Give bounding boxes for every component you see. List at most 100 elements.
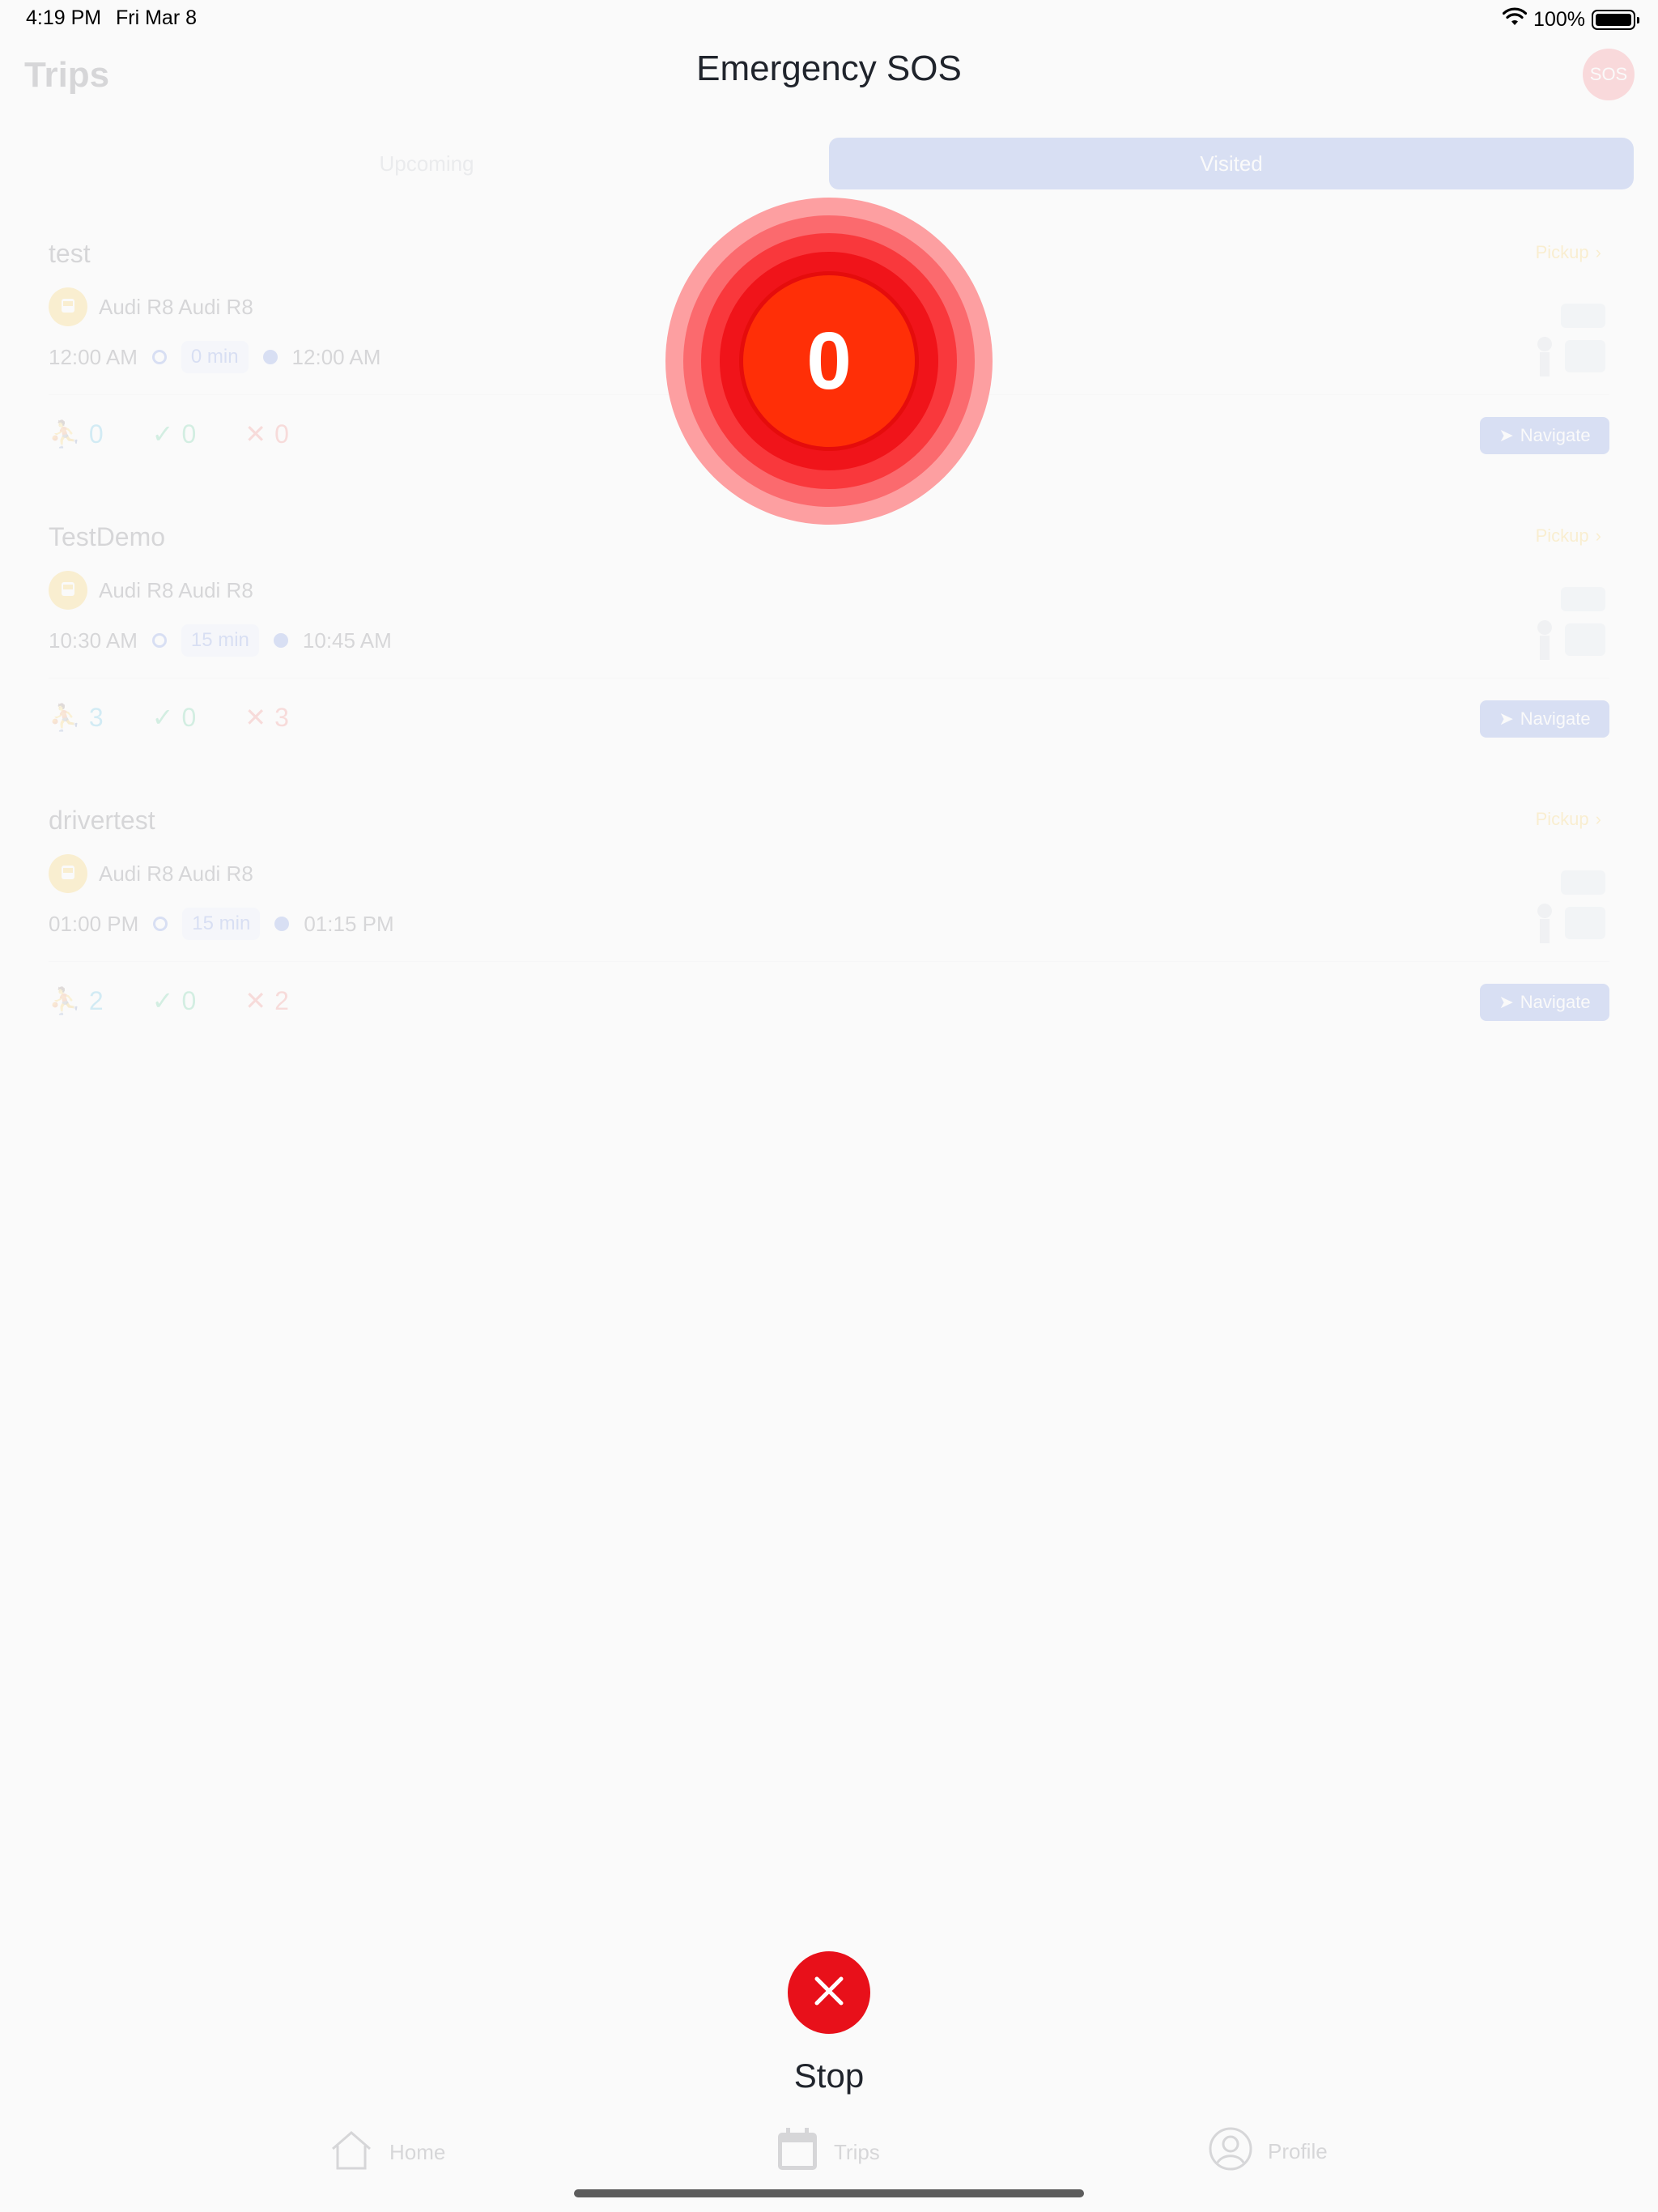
passenger-count-value: 0 <box>88 419 104 449</box>
end-dot-icon <box>262 350 278 364</box>
passenger-count: ⛹ 0 <box>49 419 104 449</box>
trip-name: TestDemo <box>49 522 166 551</box>
picked-count: ✓ 0 <box>152 985 197 1016</box>
missed-count-value: 3 <box>274 702 289 732</box>
divider <box>49 961 1609 962</box>
passenger-count: ⛹ 2 <box>49 985 104 1016</box>
tab-home-label: Home <box>389 2140 446 2164</box>
vehicle-name: Audi R8 Audi R8 <box>99 294 253 319</box>
bus-icon <box>49 854 87 893</box>
trip-illustration-icon <box>1528 296 1609 385</box>
start-time: 01:00 PM <box>49 911 139 936</box>
trip-status-label: Pickup <box>1535 525 1589 546</box>
trip-status: Pickup › <box>1536 242 1601 263</box>
trip-status-label: Pickup <box>1535 242 1589 262</box>
user-icon <box>1208 2126 1253 2177</box>
chevron-right-icon: › <box>1595 525 1601 546</box>
trip-tabs: Upcoming Visited <box>24 138 1634 189</box>
trip-status: Pickup › <box>1536 525 1601 547</box>
tab-visited[interactable]: Visited <box>829 138 1634 189</box>
missed-count-value: 2 <box>274 985 289 1015</box>
navigate-button[interactable]: ➤ Navigate <box>1480 984 1609 1021</box>
check-icon: ✓ <box>151 986 174 1015</box>
bus-icon <box>49 287 87 326</box>
duration-badge: 15 min <box>181 624 259 657</box>
vehicle-row: Audi R8 Audi R8 <box>49 854 253 893</box>
vehicle-row: Audi R8 Audi R8 <box>49 571 253 610</box>
start-time: 10:30 AM <box>49 627 138 653</box>
picked-count-value: 0 <box>181 985 197 1015</box>
time-row: 10:30 AM 15 min 10:45 AM <box>49 624 392 657</box>
end-time: 01:15 PM <box>304 911 394 936</box>
cross-icon: ✕ <box>244 419 267 449</box>
passenger-icon: ⛹ <box>49 703 81 732</box>
end-time: 12:00 AM <box>291 344 381 369</box>
trip-status-label: Pickup <box>1535 809 1589 829</box>
tab-trips-label: Trips <box>834 2140 880 2164</box>
tab-profile[interactable]: Profile <box>1208 2126 1328 2177</box>
close-icon <box>810 1972 848 2014</box>
missed-count-value: 0 <box>274 419 289 449</box>
end-dot-icon <box>274 917 290 931</box>
duration-badge: 15 min <box>182 908 261 940</box>
end-dot-icon <box>273 633 288 648</box>
chevron-right-icon: › <box>1595 242 1601 262</box>
sos-countdown: 0 <box>665 198 993 525</box>
navigate-label: Navigate <box>1520 992 1591 1012</box>
trip-card[interactable]: TestDemo Pickup › Audi R8 Audi R8 10:30 A… <box>24 498 1634 754</box>
time-row: 12:00 AM 0 min 12:00 AM <box>49 341 380 373</box>
stop-label: Stop <box>793 2057 865 2095</box>
navigation-arrow-icon: ➤ <box>1499 708 1514 729</box>
calendar-icon <box>776 2126 819 2179</box>
navigation-arrow-icon: ➤ <box>1499 425 1514 445</box>
picked-count: ✓ 0 <box>152 702 197 733</box>
navigate-button[interactable]: ➤ Navigate <box>1480 700 1609 738</box>
home-icon <box>328 2126 375 2179</box>
chevron-right-icon: › <box>1595 809 1601 829</box>
time-row: 01:00 PM 15 min 01:15 PM <box>49 908 394 940</box>
duration-badge: 0 min <box>181 341 249 373</box>
vehicle-name: Audi R8 Audi R8 <box>99 861 253 886</box>
navigate-label: Navigate <box>1520 425 1591 445</box>
overlay-title: Emergency SOS <box>696 49 962 88</box>
stats-row: ⛹ 0 ✓ 0 ✕ 0 <box>49 419 289 449</box>
picked-count-value: 0 <box>181 702 197 732</box>
navigation-arrow-icon: ➤ <box>1499 992 1514 1012</box>
navigate-label: Navigate <box>1520 708 1591 729</box>
emergency-sos-screen: 4:19 PM Fri Mar 8 100% Trips SOS Upcomin… <box>0 0 1658 2212</box>
vehicle-name: Audi R8 Audi R8 <box>99 577 253 602</box>
start-ring-icon <box>151 633 167 648</box>
passenger-count: ⛹ 3 <box>49 702 104 733</box>
stats-row: ⛹ 2 ✓ 0 ✕ 2 <box>49 985 289 1016</box>
tab-home[interactable]: Home <box>328 2126 445 2179</box>
check-icon: ✓ <box>151 419 174 449</box>
trip-status: Pickup › <box>1536 809 1601 830</box>
trip-illustration-icon <box>1528 862 1609 951</box>
trip-card[interactable]: drivertest Pickup › Audi R8 Audi R8 01:00… <box>24 781 1634 1037</box>
picked-count: ✓ 0 <box>152 419 197 449</box>
start-ring-icon <box>151 350 167 364</box>
stats-row: ⛹ 3 ✓ 0 ✕ 3 <box>49 702 289 733</box>
tab-upcoming[interactable]: Upcoming <box>24 138 829 189</box>
stop-button[interactable] <box>788 1951 870 2034</box>
countdown-number: 0 <box>743 275 915 447</box>
vehicle-row: Audi R8 Audi R8 <box>49 287 253 326</box>
tab-profile-label: Profile <box>1268 2139 1328 2163</box>
cross-icon: ✕ <box>244 986 267 1015</box>
passenger-count-value: 2 <box>88 985 104 1015</box>
picked-count-value: 0 <box>181 419 197 449</box>
missed-count: ✕ 0 <box>244 419 289 449</box>
trip-name: drivertest <box>49 806 155 835</box>
cross-icon: ✕ <box>244 703 267 732</box>
navigate-button[interactable]: ➤ Navigate <box>1480 417 1609 454</box>
tab-trips[interactable]: Trips <box>776 2126 880 2179</box>
missed-count: ✕ 2 <box>244 985 289 1016</box>
passenger-count-value: 3 <box>88 702 104 732</box>
end-time: 10:45 AM <box>302 627 392 653</box>
home-indicator <box>574 2189 1084 2197</box>
start-ring-icon <box>153 917 168 931</box>
passenger-icon: ⛹ <box>49 419 81 449</box>
trip-illustration-icon <box>1528 579 1609 668</box>
check-icon: ✓ <box>151 703 174 732</box>
passenger-icon: ⛹ <box>49 986 81 1015</box>
